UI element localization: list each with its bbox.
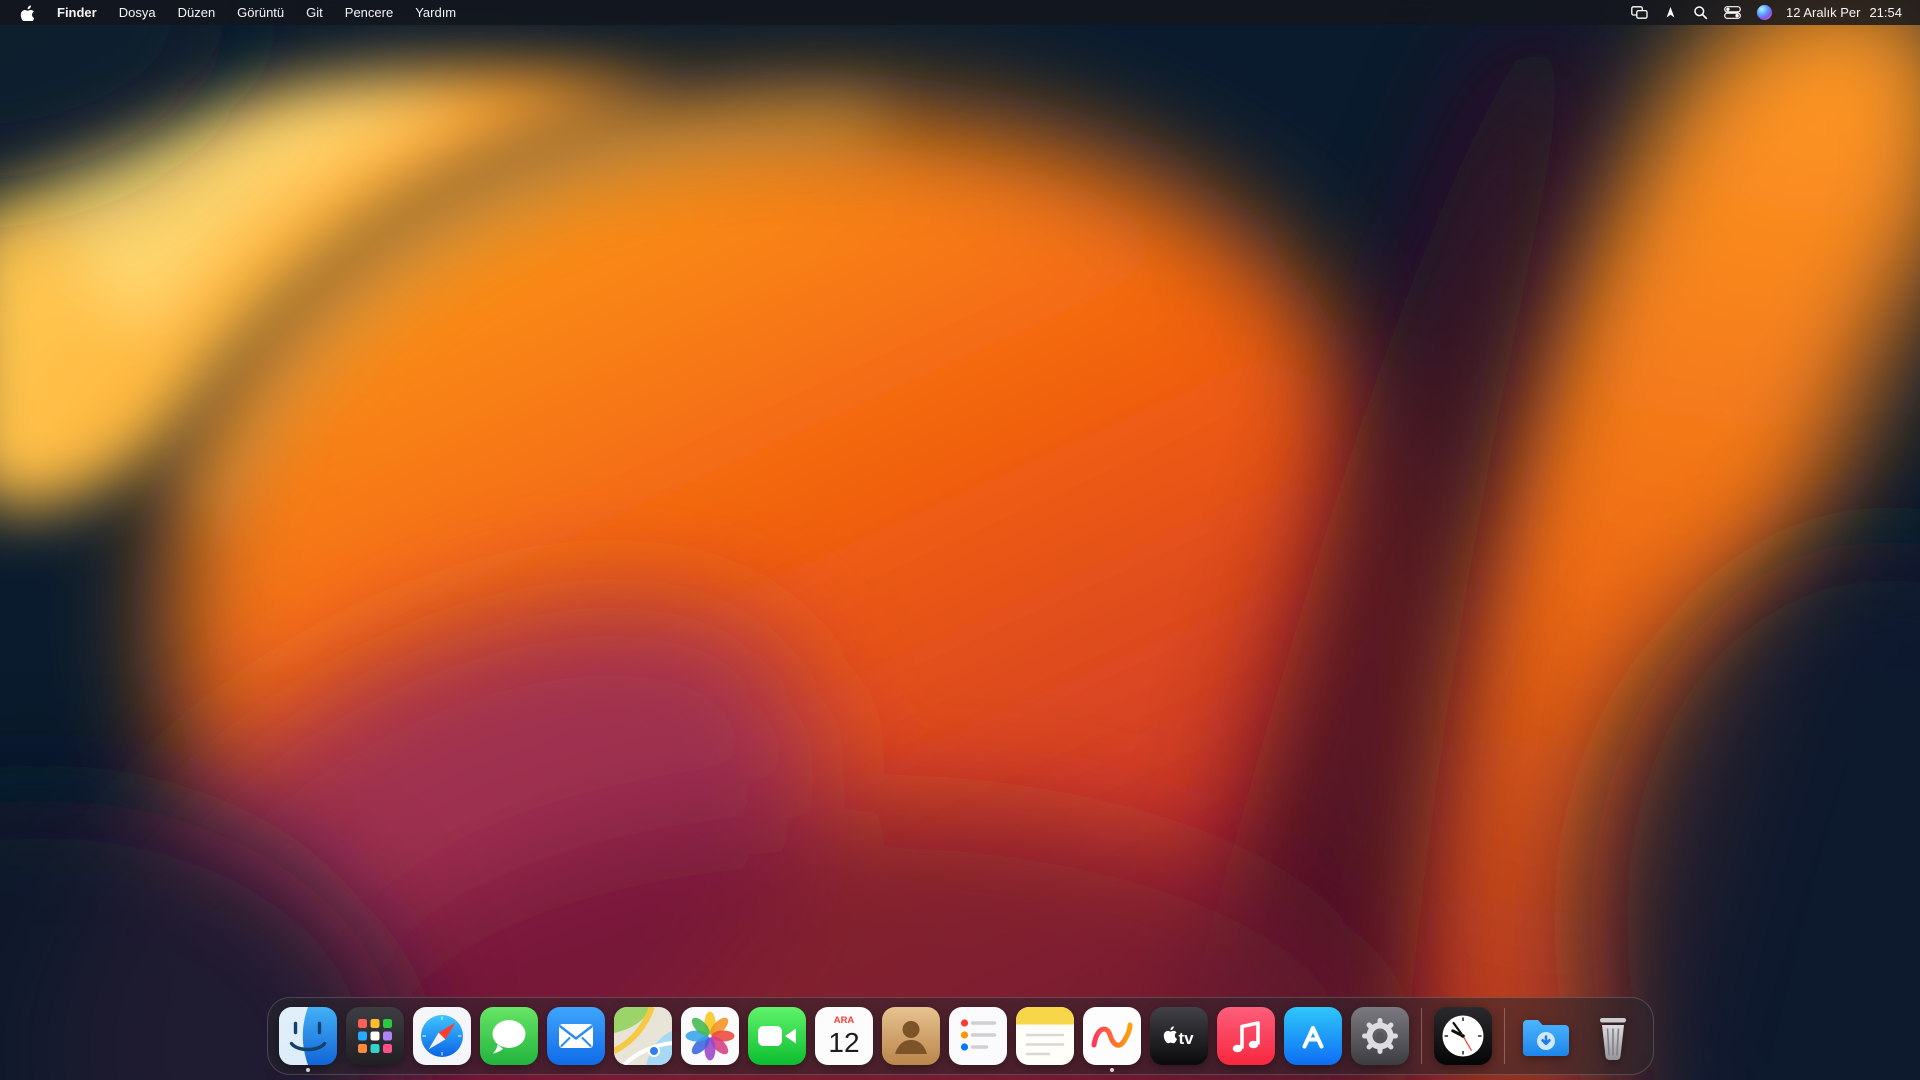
freeform-icon (1083, 1007, 1141, 1065)
mail-icon (547, 1007, 605, 1065)
dock-item-trash[interactable] (1584, 1007, 1642, 1065)
dock-item-apple-tv[interactable]: tv (1150, 1007, 1208, 1065)
running-indicator (306, 1068, 310, 1072)
dock-item-freeform[interactable] (1083, 1007, 1141, 1065)
facetime-icon (748, 1007, 806, 1065)
wallpaper-ventura (0, 0, 1920, 1080)
dock-item-app-store[interactable] (1284, 1007, 1342, 1065)
siri-icon[interactable] (1749, 0, 1780, 25)
dock-item-calendar[interactable]: ARA 12 (815, 1007, 873, 1065)
calendar-day-label: 12 (828, 1027, 859, 1058)
menu-item-yardim[interactable]: Yardım (404, 0, 467, 25)
control-center-icon[interactable] (1716, 0, 1749, 25)
menu-bar-status: 12 Aralık Per 21:54 (1623, 0, 1912, 25)
calendar-icon: ARA 12 (815, 1007, 873, 1065)
menu-item-git[interactable]: Git (295, 0, 334, 25)
launchpad-icon (346, 1007, 404, 1065)
running-indicator (1110, 1068, 1114, 1072)
siri-orb (1757, 5, 1772, 20)
menu-item-goruntu[interactable]: Görüntü (226, 0, 295, 25)
dock-separator (1504, 1008, 1505, 1064)
dock-item-safari[interactable] (413, 1007, 471, 1065)
photos-icon (681, 1007, 739, 1065)
menu-item-pencere[interactable]: Pencere (334, 0, 404, 25)
menu-bar-clock[interactable]: 12 Aralık Per 21:54 (1780, 0, 1912, 25)
reminders-icon (949, 1007, 1007, 1065)
dock-item-photos[interactable] (681, 1007, 739, 1065)
dock-item-facetime[interactable] (748, 1007, 806, 1065)
dock-item-notes[interactable] (1016, 1007, 1074, 1065)
contacts-icon (882, 1007, 940, 1065)
safari-icon (413, 1007, 471, 1065)
finder-icon (279, 1007, 337, 1065)
dock-item-mail[interactable] (547, 1007, 605, 1065)
dock-item-reminders[interactable] (949, 1007, 1007, 1065)
dock-item-messages[interactable] (480, 1007, 538, 1065)
tv-logo-text: tv (1178, 1029, 1194, 1048)
apple-logo-icon (20, 4, 34, 21)
dock-item-launchpad[interactable] (346, 1007, 404, 1065)
messages-icon (480, 1007, 538, 1065)
menu-item-duzen[interactable]: Düzen (167, 0, 227, 25)
dock: ARA 12 (267, 997, 1654, 1075)
apple-menu[interactable] (8, 0, 46, 25)
desktop: Finder Dosya Düzen Görüntü Git Pencere Y… (0, 0, 1920, 1080)
dock-item-clock[interactable] (1434, 1007, 1492, 1065)
notes-icon (1016, 1007, 1074, 1065)
menu-bar-time: 21:54 (1869, 5, 1902, 20)
dock-item-maps[interactable] (614, 1007, 672, 1065)
music-icon (1217, 1007, 1275, 1065)
location-arrow-icon[interactable] (1656, 0, 1685, 25)
menu-item-dosya[interactable]: Dosya (108, 0, 167, 25)
maps-icon (614, 1007, 672, 1065)
dock-separator (1421, 1008, 1422, 1064)
dock-item-system-settings[interactable] (1351, 1007, 1409, 1065)
apple-tv-icon: tv (1150, 1007, 1208, 1065)
menu-bar: Finder Dosya Düzen Görüntü Git Pencere Y… (0, 0, 1920, 25)
system-settings-icon (1351, 1007, 1409, 1065)
screen-mirroring-icon[interactable] (1623, 0, 1656, 25)
calendar-month-label: ARA (833, 1015, 854, 1026)
clock-icon (1434, 1007, 1492, 1065)
menu-bar-left: Finder Dosya Düzen Görüntü Git Pencere Y… (8, 0, 467, 25)
app-store-icon (1284, 1007, 1342, 1065)
dock-item-music[interactable] (1217, 1007, 1275, 1065)
spotlight-search-icon[interactable] (1685, 0, 1716, 25)
trash-icon (1584, 1007, 1642, 1065)
menu-bar-date: 12 Aralık Per (1786, 5, 1860, 20)
dock-item-finder[interactable] (279, 1007, 337, 1065)
downloads-folder-icon (1517, 1007, 1575, 1065)
menu-item-finder[interactable]: Finder (46, 0, 108, 25)
dock-item-downloads[interactable] (1517, 1007, 1575, 1065)
dock-area: ARA 12 (0, 997, 1920, 1075)
dock-item-contacts[interactable] (882, 1007, 940, 1065)
